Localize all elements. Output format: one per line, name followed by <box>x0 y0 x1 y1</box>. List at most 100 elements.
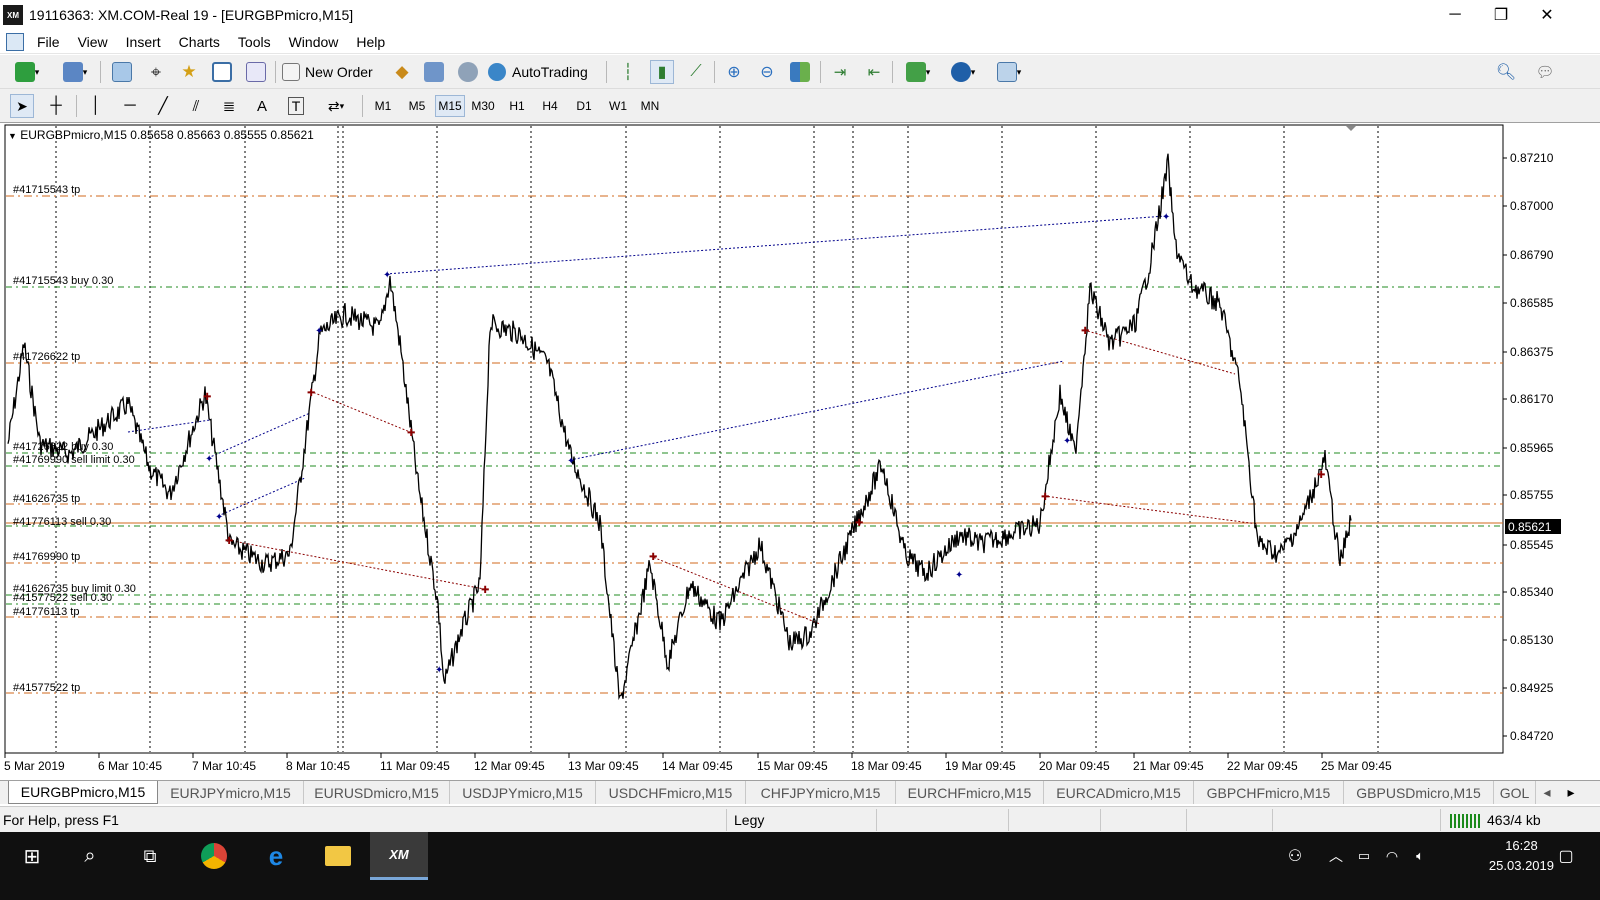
title-bar: XM 19116363: XM.COM-Real 19 - [EURGBPmic… <box>0 0 1600 30</box>
timeframe-d1[interactable]: D1 <box>569 95 599 117</box>
menu-charts[interactable]: Charts <box>170 34 229 50</box>
tab-usdjpy[interactable]: USDJPYmicro,M15 <box>450 781 596 804</box>
close-button[interactable]: ✕ <box>1524 0 1570 30</box>
terminal-button[interactable] <box>210 60 234 84</box>
chart-canvas[interactable]: #41715543 tp #41715543 buy 0.30 #41726622 … <box>0 124 1600 780</box>
templates-button[interactable]: ▾ <box>990 60 1028 84</box>
profiles-button[interactable]: ▾ <box>56 60 94 84</box>
new-chart-button[interactable]: ▾ <box>8 60 46 84</box>
chart-window-icon[interactable] <box>6 32 24 51</box>
chrome-button[interactable] <box>190 832 238 880</box>
equidistant-channel-button[interactable]: ⫽ <box>184 94 208 118</box>
tab-chfjpy[interactable]: CHFJPYmicro,M15 <box>746 781 896 804</box>
system-clock[interactable]: 16:28 25.03.2019 <box>1489 836 1554 876</box>
star-folder-icon: ★ <box>181 62 197 81</box>
timeframe-m5[interactable]: M5 <box>402 95 432 117</box>
zoom-in-button[interactable]: ⊕ <box>722 60 746 84</box>
start-button[interactable]: ⊞ <box>8 832 56 880</box>
tile-windows-icon <box>790 62 810 82</box>
timeframe-h4[interactable]: H4 <box>535 95 565 117</box>
market-button[interactable] <box>456 60 480 84</box>
auto-scroll-icon: ⇥ <box>833 64 847 81</box>
tab-eurjpy[interactable]: EURJPYmicro,M15 <box>158 781 304 804</box>
action-center-button[interactable]: ▢ <box>1546 832 1586 880</box>
market-watch-button[interactable] <box>110 60 134 84</box>
chat-icon: 💬︎ <box>1535 64 1555 81</box>
timeframe-h1[interactable]: H1 <box>502 95 532 117</box>
text-label-button[interactable]: T <box>284 94 308 118</box>
metaeditor-button[interactable]: ◆ <box>390 60 414 84</box>
chart-shift-button[interactable]: ⇤ <box>862 60 886 84</box>
fibonacci-button[interactable]: ≣ <box>217 94 241 118</box>
volume-button[interactable]: 🔈︎ <box>1408 832 1432 880</box>
menu-help[interactable]: Help <box>347 34 394 50</box>
strategy-tester-button[interactable] <box>244 60 268 84</box>
menu-view[interactable]: View <box>69 34 117 50</box>
cursor-tool-button[interactable]: ➤ <box>10 94 34 118</box>
menu-tools[interactable]: Tools <box>229 34 280 50</box>
autotrading-button[interactable]: AutoTrading <box>488 60 600 84</box>
timeframe-m15[interactable]: M15 <box>435 95 465 117</box>
tab-eurchf[interactable]: EURCHFmicro,M15 <box>896 781 1044 804</box>
timeframe-mn[interactable]: MN <box>635 95 665 117</box>
price-axis-label: 0.87000 <box>1510 199 1554 213</box>
new-order-button[interactable]: New Order <box>282 60 384 84</box>
price-chart[interactable]: #41715543 tp #41715543 buy 0.30 #41726622 … <box>0 124 1600 804</box>
xm-terminal-button[interactable]: XM <box>370 832 428 880</box>
data-window-button[interactable]: ⌖ <box>144 60 168 84</box>
restore-button[interactable]: ❐ <box>1478 0 1524 30</box>
time-axis-label: 12 Mar 09:45 <box>474 759 545 773</box>
bar-chart-button[interactable]: ┆ <box>616 60 640 84</box>
navigator-button[interactable]: ★ <box>177 60 201 84</box>
symbol-ohlc: EURGBPmicro,M15 0.85658 0.85663 0.85555 … <box>20 128 314 142</box>
edge-button[interactable]: e <box>252 832 300 880</box>
auto-scroll-button[interactable]: ⇥ <box>828 60 852 84</box>
menu-file[interactable]: File <box>28 34 69 50</box>
tile-windows-button[interactable] <box>788 60 812 84</box>
clock-icon <box>950 62 971 82</box>
toolbar-separator <box>820 61 821 83</box>
show-hidden-icons-button[interactable]: ︿ <box>1324 832 1348 880</box>
menu-insert[interactable]: Insert <box>117 34 170 50</box>
search-button[interactable]: 🔍︎ <box>1494 60 1518 84</box>
collapse-triangle-icon[interactable]: ▼ <box>8 131 17 141</box>
tab-gol[interactable]: GOL <box>1494 781 1536 804</box>
minimize-button[interactable]: ─ <box>1432 0 1478 30</box>
people-button[interactable]: ⚇ <box>1280 832 1310 880</box>
timeframe-m30[interactable]: M30 <box>468 95 498 117</box>
traffic-counter: 463/4 kb <box>1487 812 1541 828</box>
zoom-out-button[interactable]: ⊖ <box>755 60 779 84</box>
tab-scroll-left-icon[interactable]: ◂ <box>1536 781 1558 804</box>
indicators-button[interactable]: ▾ <box>900 60 936 84</box>
menu-window[interactable]: Window <box>280 34 348 50</box>
clock-date: 25.03.2019 <box>1488 858 1554 873</box>
time-axis-label: 6 Mar 10:45 <box>98 759 162 773</box>
trendline-button[interactable]: ╱ <box>151 94 175 118</box>
candlestick-button[interactable]: ▮ <box>650 60 674 84</box>
horizontal-line-button[interactable]: ─ <box>118 94 142 118</box>
tab-eurcad[interactable]: EURCADmicro,M15 <box>1044 781 1194 804</box>
battery-button[interactable]: ▭ <box>1352 832 1376 880</box>
vertical-line-button[interactable]: │ <box>84 94 108 118</box>
tab-eurgbp[interactable]: EURGBPmicro,M15 <box>8 781 158 804</box>
search-taskbar-button[interactable]: ⌕ <box>66 832 114 880</box>
toolbar-separator <box>100 61 101 83</box>
task-view-button[interactable]: ⧉ <box>126 832 174 880</box>
chat-button[interactable]: 💬︎ <box>1530 60 1560 84</box>
arrows-button[interactable]: ⇄ ▾ <box>318 94 354 118</box>
tab-scroll-right-icon[interactable]: ▸ <box>1560 781 1582 804</box>
timeframe-w1[interactable]: W1 <box>603 95 633 117</box>
signals-button[interactable] <box>422 60 446 84</box>
text-tool-button[interactable]: A <box>250 94 274 118</box>
file-explorer-button[interactable] <box>314 832 362 880</box>
timeframe-m1[interactable]: M1 <box>368 95 398 117</box>
price-axis-label: 0.85340 <box>1510 585 1554 599</box>
line-chart-button[interactable]: ⟋ <box>684 60 708 84</box>
wifi-button[interactable]: ◠ <box>1380 832 1404 880</box>
crosshair-tool-button[interactable]: ┼ <box>44 94 68 118</box>
periods-button[interactable]: ▾ <box>944 60 982 84</box>
tab-gbpusd[interactable]: GBPUSDmicro,M15 <box>1344 781 1494 804</box>
tab-usdchf[interactable]: USDCHFmicro,M15 <box>596 781 746 804</box>
tab-gbpchf[interactable]: GBPCHFmicro,M15 <box>1194 781 1344 804</box>
tab-eurusd[interactable]: EURUSDmicro,M15 <box>304 781 450 804</box>
